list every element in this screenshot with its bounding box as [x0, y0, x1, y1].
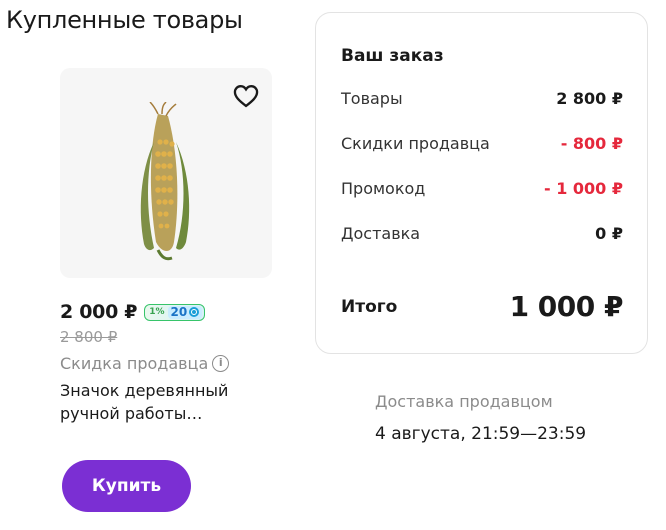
price-row: 2 000 ₽ 1% 20 — [60, 300, 272, 324]
product-name[interactable]: Значок деревянный ручной работы… — [60, 379, 260, 425]
order-row-label: Скидки продавца — [341, 134, 490, 153]
buy-button[interactable]: Купить — [62, 460, 191, 512]
delivery-label: Доставка продавцом — [375, 392, 553, 411]
info-icon[interactable]: i — [212, 355, 230, 372]
total-label: Итого — [341, 296, 398, 317]
order-row-label: Товары — [341, 89, 403, 108]
seller-discount: Скидка продавца i — [60, 354, 272, 373]
corn-image — [140, 102, 190, 261]
product-name-line2: ручной работы… — [60, 404, 203, 423]
bonus-value-text: 20 — [170, 304, 188, 319]
bonus-value: 20 — [167, 304, 203, 319]
product-card[interactable]: 2 000 ₽ 1% 20 2 800 ₽ Скидка продавца i … — [60, 68, 272, 425]
product-name-line1: Значок деревянный — [60, 381, 229, 400]
order-row-value: 2 800 ₽ — [556, 89, 623, 108]
product-price: 2 000 ₽ — [60, 301, 138, 323]
bonus-badge: 1% 20 — [144, 303, 206, 321]
order-row-seller-discount: Скидки продавца - 800 ₽ — [341, 134, 623, 153]
order-row-label: Доставка — [341, 224, 421, 243]
old-price: 2 800 ₽ — [60, 328, 118, 346]
order-summary-panel: Ваш заказ Товары 2 800 ₽ Скидки продавца… — [315, 12, 648, 354]
product-image[interactable] — [60, 68, 272, 278]
total-value: 1 000 ₽ — [509, 290, 624, 323]
order-row-goods: Товары 2 800 ₽ — [341, 89, 623, 108]
seller-discount-label: Скидка продавца — [60, 354, 209, 373]
heart-icon[interactable] — [232, 82, 260, 110]
order-row-value: - 1 000 ₽ — [543, 179, 623, 198]
coin-icon — [189, 307, 200, 317]
order-row-label: Промокод — [341, 179, 426, 198]
delivery-time: 4 августа, 21:59—23:59 — [375, 424, 587, 444]
order-row-promocode: Промокод - 1 000 ₽ — [341, 179, 623, 198]
order-title: Ваш заказ — [341, 46, 444, 66]
order-total: Итого 1 000 ₽ — [341, 290, 624, 323]
order-row-value: 0 ₽ — [595, 224, 623, 243]
bonus-percent: 1% — [149, 307, 165, 317]
delivery-info: Доставка продавцом 4 августа, 21:59—23:5… — [375, 392, 586, 444]
page-title: Купленные товары — [6, 6, 243, 34]
order-row-delivery: Доставка 0 ₽ — [341, 224, 623, 243]
order-row-value: - 800 ₽ — [560, 134, 623, 153]
